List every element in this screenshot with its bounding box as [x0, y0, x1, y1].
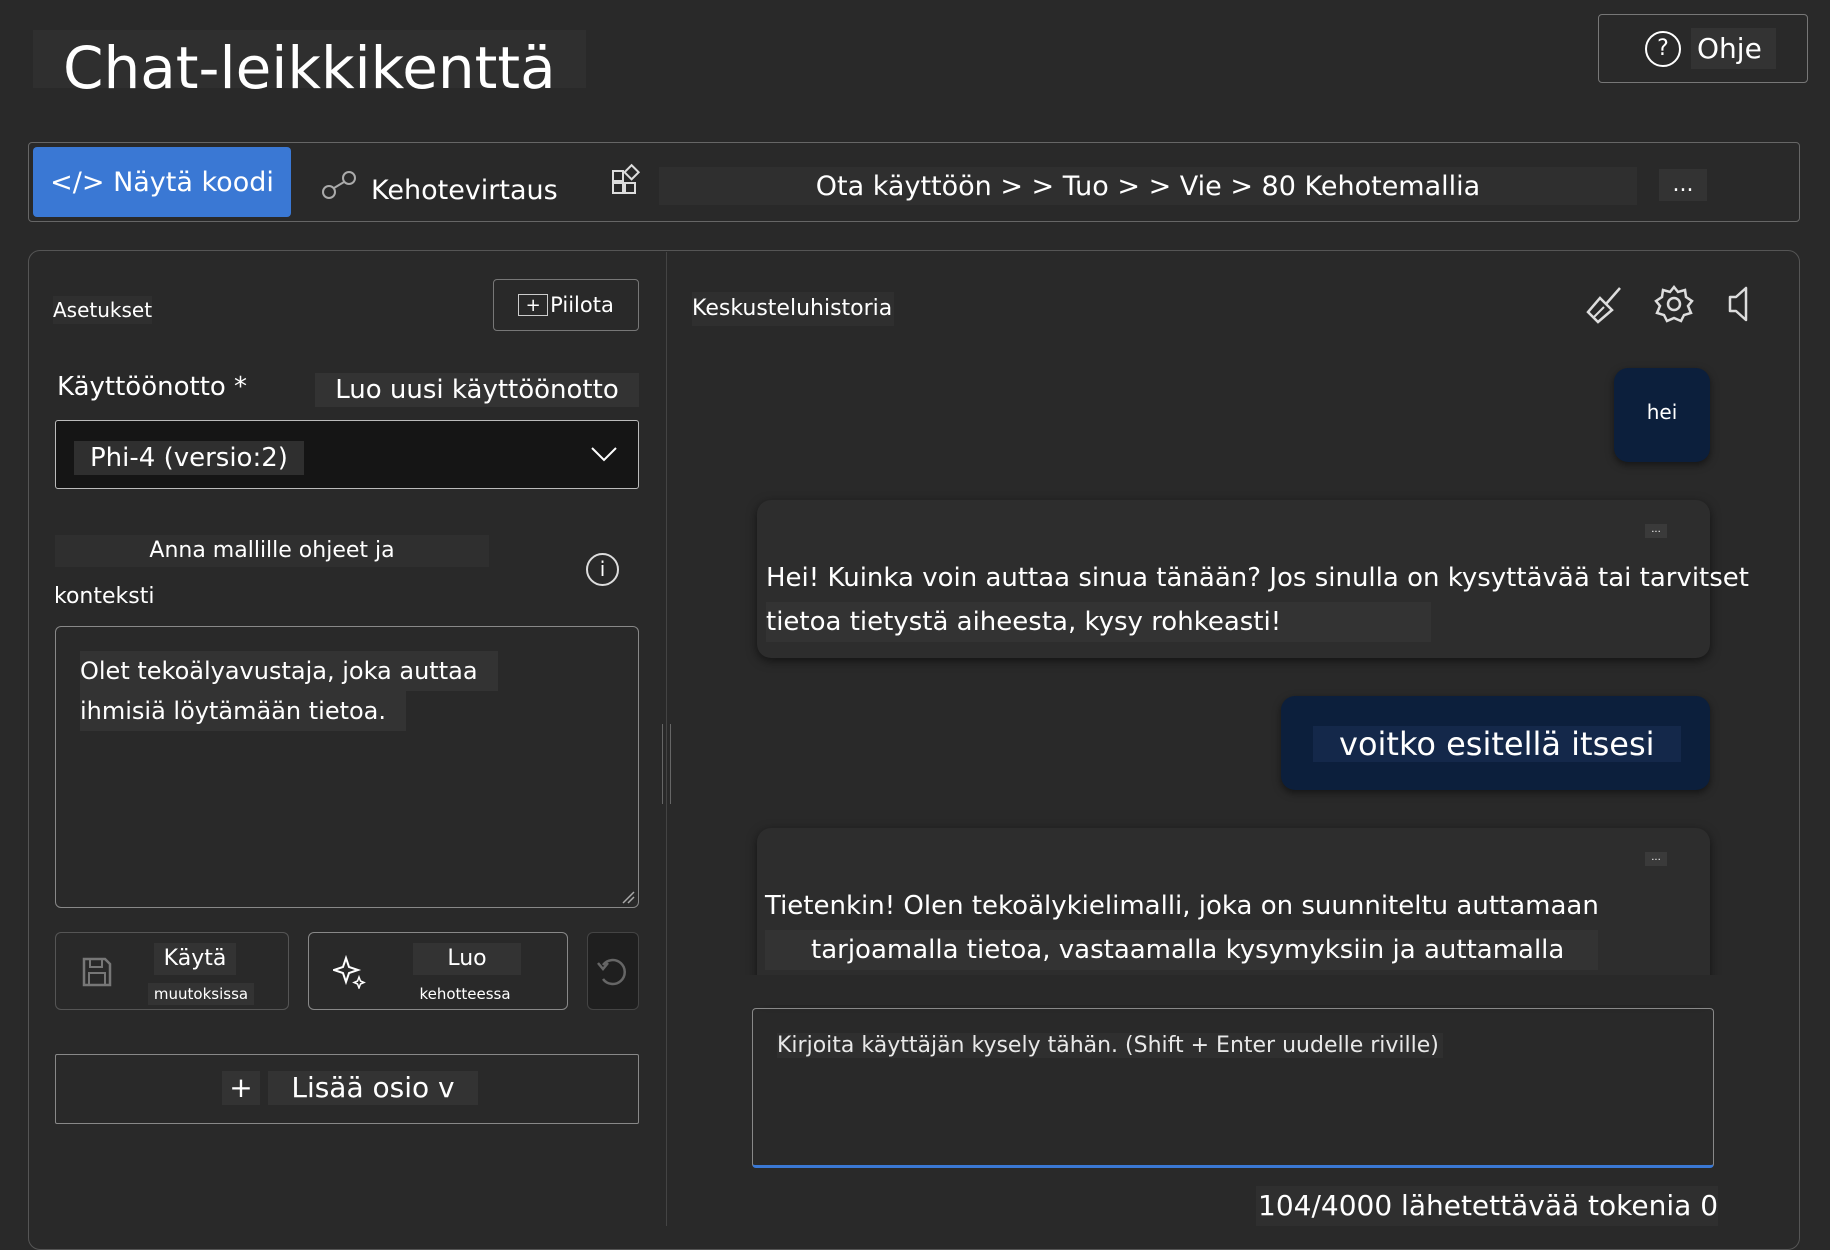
- hide-button[interactable]: + Piilota: [493, 279, 639, 331]
- user-message-text: hei: [1646, 400, 1678, 424]
- help-label: Ohje: [1691, 28, 1776, 69]
- create-deployment-link[interactable]: Luo uusi käyttöönotto: [315, 373, 639, 407]
- message-list-clip: [700, 975, 1750, 1005]
- info-icon[interactable]: i: [586, 553, 619, 586]
- system-message-line: ihmisiä löytämään tietoa.: [80, 691, 407, 731]
- page-title: Chat-leikkikenttä: [33, 30, 586, 102]
- instructions-label-cont: konteksti: [54, 584, 155, 609]
- chevron-down-icon: [591, 447, 617, 462]
- assistant-message-line: tarjoamalla tietoa, vastaamalla kysymyks…: [765, 930, 1599, 970]
- chat-history-title: Keskusteluhistoria: [692, 292, 895, 326]
- token-count: 104/4000 lähetettävää tokenia 0: [1256, 1186, 1719, 1226]
- assistant-message-line: Hei! Kuinka voin auttaa sinua tänään? Jo…: [766, 563, 1749, 593]
- user-message: hei: [1614, 368, 1710, 462]
- message-more-button[interactable]: ...: [1645, 524, 1667, 538]
- help-icon: ?: [1645, 30, 1681, 67]
- assistant-message-line: Tietenkin! Olen tekoälykielimalli, joka …: [765, 891, 1599, 921]
- apply-label: Käytä: [154, 943, 236, 975]
- user-message-text: voitko esitellä itsesi: [1313, 726, 1681, 762]
- breadcrumb[interactable]: Ota käyttöön > > Tuo > > Vie > 80 Kehote…: [659, 167, 1637, 205]
- assistant-message: ... Tietenkin! Olen tekoälykielimalli, j…: [757, 828, 1710, 998]
- hide-label: Piilota: [550, 293, 614, 317]
- help-button[interactable]: ? Ohje: [1598, 14, 1808, 83]
- resize-handle[interactable]: [662, 724, 671, 804]
- apply-changes-button[interactable]: Käytä muutoksissa: [55, 932, 289, 1010]
- deployment-value: Phi-4 (versio:2): [74, 441, 304, 475]
- toolbar: </> Näytä koodi Kehotevirtaus Ota käyttö…: [28, 142, 1800, 222]
- assistant-message: ... Hei! Kuinka voin auttaa sinua tänään…: [757, 500, 1749, 658]
- undo-button[interactable]: [587, 932, 639, 1010]
- apply-sublabel: muutoksissa: [148, 983, 254, 1005]
- speaker-icon[interactable]: [1722, 284, 1762, 324]
- add-icon: +: [222, 1071, 260, 1105]
- settings-title: Asetukset: [53, 296, 153, 324]
- chat-input-placeholder: Kirjoita käyttäjän kysely tähän. (Shift …: [777, 1033, 1443, 1058]
- system-message-line: Olet tekoälyavustaja, joka auttaa: [80, 651, 498, 691]
- more-button[interactable]: ...: [1659, 169, 1707, 201]
- user-message: voitko esitellä itsesi: [1281, 696, 1710, 790]
- add-section-button[interactable]: + Lisää osio v: [55, 1054, 639, 1124]
- prompt-flow-button[interactable]: Kehotevirtaus: [321, 163, 558, 207]
- broom-icon[interactable]: [1584, 284, 1624, 324]
- sparkle-icon: [333, 955, 366, 989]
- add-section-label: Lisää osio v: [268, 1071, 478, 1105]
- generate-sublabel: kehotteessa: [419, 985, 511, 1003]
- instructions-label: Anna mallille ohjeet ja: [55, 535, 489, 567]
- deployment-label: Käyttöönotto *: [57, 372, 248, 402]
- apps-icon[interactable]: [611, 161, 647, 197]
- chat-input[interactable]: Kirjoita käyttäjän kysely tähän. (Shift …: [752, 1008, 1714, 1168]
- prompt-flow-label: Kehotevirtaus: [371, 174, 558, 206]
- generate-prompt-button[interactable]: Luo kehotteessa: [308, 932, 568, 1010]
- system-message-textarea[interactable]: Olet tekoälyavustaja, joka auttaa ihmisi…: [55, 626, 639, 908]
- hide-plus-icon: +: [518, 294, 549, 316]
- deployment-select[interactable]: Phi-4 (versio:2): [55, 420, 639, 489]
- save-icon: [82, 957, 112, 987]
- resize-grip-icon[interactable]: [621, 890, 635, 904]
- settings-gear-icon[interactable]: [1654, 284, 1694, 324]
- undo-icon: [597, 958, 626, 986]
- prompt-flow-icon: [322, 171, 356, 199]
- assistant-message-line: tietoa tietystä aiheesta, kysy rohkeasti…: [766, 602, 1432, 642]
- message-more-button[interactable]: ...: [1645, 852, 1667, 866]
- view-code-button[interactable]: </> Näytä koodi: [33, 147, 291, 217]
- generate-label: Luo: [413, 943, 521, 975]
